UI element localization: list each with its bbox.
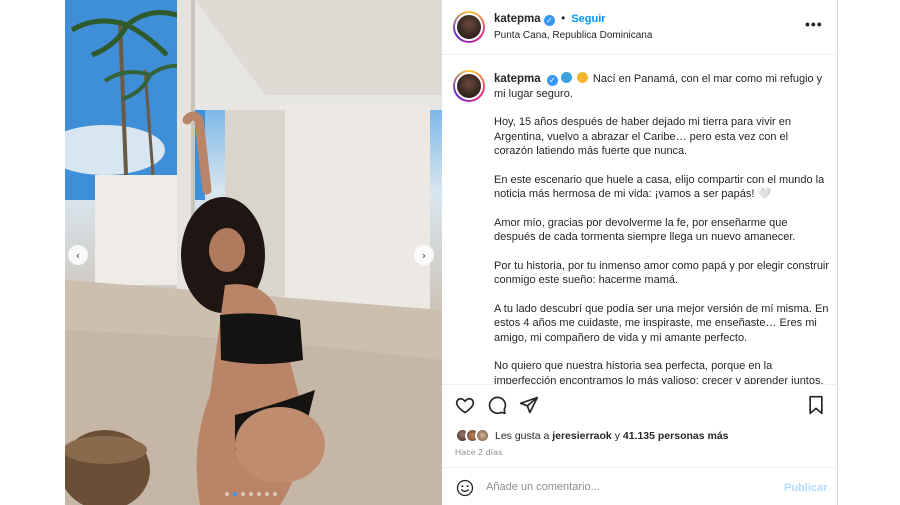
caption-paragraph: En este escenario que huele a casa, elij… xyxy=(494,173,825,201)
publish-button[interactable]: Publicar xyxy=(784,482,827,494)
carousel-dot xyxy=(265,492,269,496)
carousel-next-button[interactable]: › xyxy=(414,245,434,265)
photo-illustration xyxy=(65,0,442,505)
heart-icon[interactable] xyxy=(455,395,475,415)
sun-emoji-icon xyxy=(576,72,588,83)
caption-text: katepma ✓ Nací en Panamá, con el mar com… xyxy=(494,72,830,384)
carousel-prev-button[interactable]: ‹ xyxy=(68,245,88,265)
post-timestamp[interactable]: Hace 2 días xyxy=(455,447,503,457)
carousel-dots xyxy=(225,492,277,496)
caption-username[interactable]: katepma xyxy=(494,73,541,85)
others-count-link[interactable]: 41.135 personas más xyxy=(623,430,729,442)
post-photo[interactable]: ‹ › xyxy=(65,0,442,505)
caption-paragraph: Hoy, 15 años después de haber dejado mi … xyxy=(494,116,791,157)
username-link[interactable]: katepma xyxy=(494,13,541,25)
likes-text: Les gusta a jeresierraok y 41.135 person… xyxy=(495,429,729,442)
comment-bar: Publicar xyxy=(442,467,838,505)
comment-input[interactable] xyxy=(486,478,776,496)
caption-paragraph: Por tu historia, por tu inmenso amor com… xyxy=(494,259,830,287)
comment-icon[interactable] xyxy=(487,395,507,415)
liker-avatar[interactable] xyxy=(475,428,490,443)
post-details-panel: katepma ✓ • Seguir Punta Cana, Republica… xyxy=(442,0,838,505)
carousel-dot xyxy=(249,492,253,496)
follow-button[interactable]: Seguir xyxy=(571,13,605,25)
likes-summary: Les gusta a jeresierraok y 41.135 person… xyxy=(455,428,729,443)
caption-paragraph: A tu lado descubrí que podía ser una mej… xyxy=(494,302,829,344)
more-options-icon[interactable]: ••• xyxy=(805,16,823,32)
bookmark-icon[interactable] xyxy=(807,395,825,415)
caption-area: katepma ✓ Nací en Panamá, con el mar com… xyxy=(442,56,838,384)
caption-paragraph: katepma ✓ Nací en Panamá, con el mar com… xyxy=(494,72,823,100)
carousel-dot xyxy=(233,492,237,496)
caption-paragraph: Amor mío, gracias por devolverme la fe, … xyxy=(494,216,796,244)
liked-by-link[interactable]: jeresierraok xyxy=(552,430,612,442)
action-bar xyxy=(442,384,838,428)
caption-avatar[interactable] xyxy=(453,70,485,102)
share-icon[interactable] xyxy=(519,395,539,415)
emoji-icon[interactable] xyxy=(456,479,474,497)
carousel-dot xyxy=(241,492,245,496)
wave-emoji-icon xyxy=(560,72,572,83)
location-link[interactable]: Punta Cana, Republica Dominicana xyxy=(494,30,652,41)
header-separator: • xyxy=(561,13,566,25)
carousel-dot xyxy=(225,492,229,496)
verified-icon: ✓ xyxy=(546,75,558,86)
post-header: katepma ✓ • Seguir Punta Cana, Republica… xyxy=(442,0,838,55)
carousel-dot xyxy=(257,492,261,496)
verified-icon: ✓ xyxy=(543,15,555,26)
avatar[interactable] xyxy=(453,11,485,43)
carousel-dot xyxy=(273,492,277,496)
header-user-line: katepma ✓ • Seguir xyxy=(494,13,606,26)
caption-paragraph: No quiero que nuestra historia sea perfe… xyxy=(494,360,824,384)
